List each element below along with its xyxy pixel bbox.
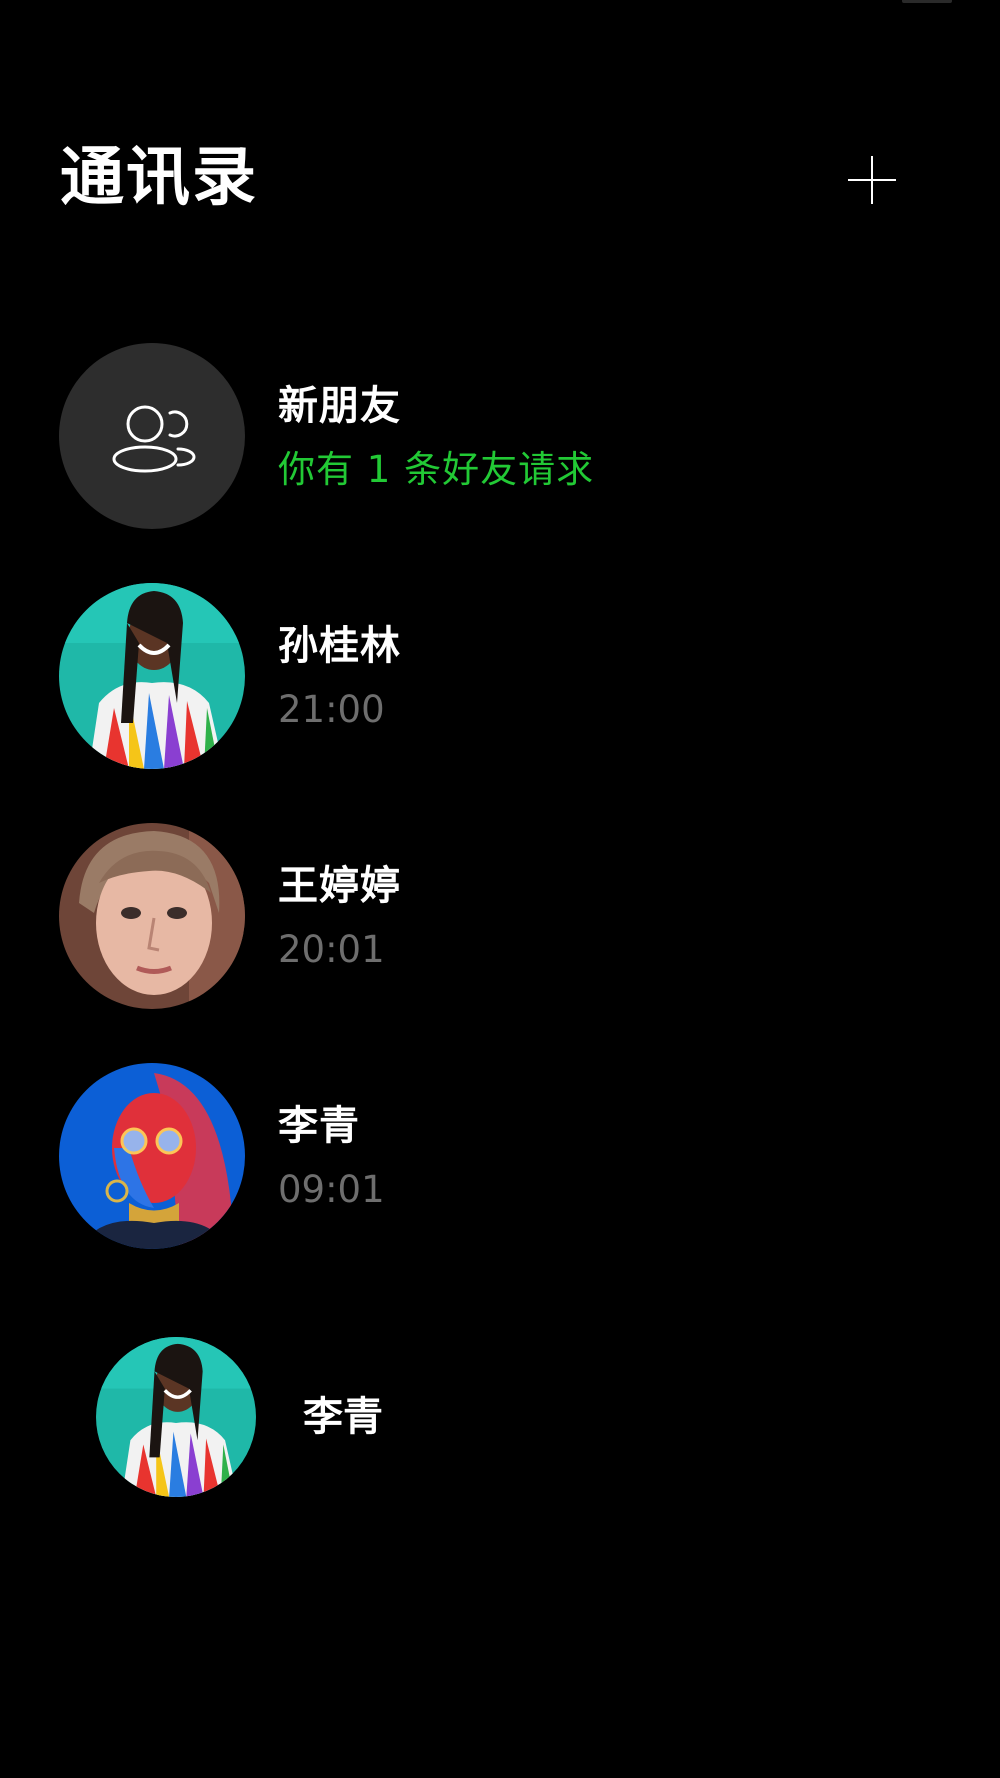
avatar bbox=[59, 583, 245, 769]
contact-time: 20:01 bbox=[278, 928, 385, 971]
contact-time: 09:01 bbox=[278, 1168, 385, 1211]
add-contact-button[interactable] bbox=[842, 150, 902, 210]
contact-time: 21:00 bbox=[278, 688, 385, 731]
friend-request-notice: 你有 1 条好友请求 bbox=[278, 448, 595, 491]
contact-name: 王婷婷 bbox=[278, 863, 401, 909]
dragging-contact[interactable]: 李青 bbox=[96, 1337, 696, 1497]
contact-row[interactable]: 孙桂林 21:00 bbox=[0, 583, 1000, 769]
contact-row[interactable]: 李青 09:01 bbox=[0, 1063, 1000, 1249]
contact-name: 孙桂林 bbox=[278, 623, 401, 669]
people-icon bbox=[59, 343, 245, 529]
contact-row[interactable]: 王婷婷 20:01 bbox=[0, 823, 1000, 1009]
avatar bbox=[96, 1337, 256, 1497]
header: 通讯录 bbox=[0, 0, 1000, 260]
contact-name: 李青 bbox=[278, 1103, 360, 1149]
new-friends-row[interactable]: 新朋友 你有 1 条好友请求 bbox=[0, 343, 1000, 529]
avatar bbox=[59, 823, 245, 1009]
new-friends-label: 新朋友 bbox=[278, 383, 401, 429]
avatar bbox=[59, 1063, 245, 1249]
contact-name: 李青 bbox=[303, 1394, 383, 1440]
page-title: 通讯录 bbox=[60, 141, 258, 215]
